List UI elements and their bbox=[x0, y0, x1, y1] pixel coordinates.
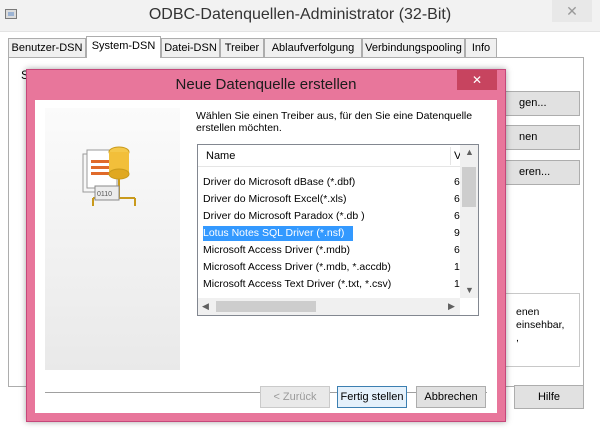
dialog-close-button[interactable]: ✕ bbox=[457, 70, 497, 90]
column-divider[interactable] bbox=[450, 147, 451, 165]
list-header: Name V bbox=[198, 145, 461, 167]
vertical-scrollbar[interactable]: ▲ ▼ bbox=[460, 145, 478, 298]
help-button[interactable]: Hilfe bbox=[514, 385, 584, 409]
driver-list[interactable]: Name V Driver do Microsoft dBase (*.dbf)… bbox=[197, 144, 479, 316]
scroll-up-icon[interactable]: ▲ bbox=[465, 147, 474, 157]
horizontal-scroll-thumb[interactable] bbox=[216, 301, 316, 312]
tab-ablaufverfolgung[interactable]: Ablaufverfolgung bbox=[264, 38, 362, 58]
driver-version: 9 bbox=[454, 227, 460, 239]
tab-verbindungspooling[interactable]: Verbindungspooling bbox=[362, 38, 465, 58]
dialog-title: Neue Datenquelle erstellen bbox=[175, 76, 357, 93]
list-item[interactable]: Driver do Microsoft dBase (*.dbf) 6 bbox=[203, 175, 460, 190]
list-item[interactable]: Microsoft Access Driver (*.mdb, *.accdb)… bbox=[203, 260, 460, 275]
driver-name: Microsoft Access Text Driver (*.txt, *.c… bbox=[203, 278, 392, 290]
info-line: einsehbar, bbox=[516, 319, 565, 331]
scroll-right-icon[interactable]: ▶ bbox=[448, 301, 455, 312]
info-line: enen bbox=[516, 306, 540, 318]
tab-benutzer-dsn[interactable]: Benutzer-DSN bbox=[8, 38, 86, 58]
dialog-client-area: 0110 Wählen Sie einen Treiber aus, für d… bbox=[35, 100, 497, 413]
driver-version: 6 bbox=[454, 244, 460, 256]
vertical-scroll-thumb[interactable] bbox=[462, 167, 476, 207]
info-line: , bbox=[516, 332, 519, 344]
add-button[interactable]: gen... bbox=[504, 91, 580, 116]
list-item-selected[interactable]: Lotus Notes SQL Driver (*.nsf) 9 bbox=[203, 226, 460, 241]
driver-version: 1 bbox=[454, 261, 460, 273]
driver-version: 6 bbox=[454, 210, 460, 222]
scroll-left-icon[interactable]: ◀ bbox=[202, 301, 209, 312]
tab-treiber[interactable]: Treiber bbox=[220, 38, 264, 58]
horizontal-scrollbar[interactable]: ◀ ▶ bbox=[198, 298, 460, 315]
driver-name: Driver do Microsoft dBase (*.dbf) bbox=[203, 176, 356, 188]
column-header-name[interactable]: Name bbox=[206, 150, 235, 162]
finish-button[interactable]: Fertig stellen bbox=[337, 386, 407, 408]
back-button[interactable]: < Zurück bbox=[260, 386, 330, 408]
parent-titlebar: ODBC-Datenquellen-Administrator (32-Bit)… bbox=[0, 0, 600, 32]
create-data-source-dialog: Neue Datenquelle erstellen ✕ 0110 Wählen… bbox=[26, 69, 506, 422]
driver-name: Microsoft Access Driver (*.mdb) bbox=[203, 244, 351, 256]
wizard-art-pane: 0110 bbox=[45, 108, 180, 370]
parent-close-button[interactable]: ✕ bbox=[552, 0, 592, 22]
driver-prompt: Wählen Sie einen Treiber aus, für den Si… bbox=[196, 110, 486, 134]
info-description: enen einsehbar, , bbox=[504, 293, 580, 367]
driver-name: Driver do Microsoft Paradox (*.db ) bbox=[203, 210, 365, 222]
list-item[interactable]: Driver do Microsoft Paradox (*.db ) 6 bbox=[203, 209, 460, 224]
driver-version: 6 bbox=[454, 193, 460, 205]
cancel-button[interactable]: Abbrechen bbox=[416, 386, 486, 408]
svg-text:0110: 0110 bbox=[97, 191, 112, 198]
tab-datei-dsn[interactable]: Datei-DSN bbox=[161, 38, 220, 58]
driver-name: Microsoft Access Driver (*.mdb, *.accdb) bbox=[203, 261, 391, 273]
list-item[interactable]: Microsoft Access Driver (*.mdb) 6 bbox=[203, 243, 460, 258]
database-drivers-illustration: 0110 bbox=[82, 146, 136, 206]
driver-version: 1 bbox=[454, 278, 460, 290]
tab-system-dsn[interactable]: System-DSN bbox=[86, 36, 161, 58]
prompt-line: Wählen Sie einen Treiber aus, für den Si… bbox=[196, 110, 473, 122]
list-item[interactable]: Microsoft Access Text Driver (*.txt, *.c… bbox=[203, 277, 460, 292]
driver-name: Lotus Notes SQL Driver (*.nsf) bbox=[203, 227, 345, 239]
list-item[interactable]: Driver do Microsoft Excel(*.xls) 6 bbox=[203, 192, 460, 207]
driver-version: 6 bbox=[454, 176, 460, 188]
driver-name: Driver do Microsoft Excel(*.xls) bbox=[203, 193, 347, 205]
scroll-down-icon[interactable]: ▼ bbox=[465, 285, 474, 295]
remove-button[interactable]: nen bbox=[504, 125, 580, 150]
tab-info[interactable]: Info bbox=[465, 38, 497, 58]
configure-button[interactable]: eren... bbox=[504, 160, 580, 185]
prompt-line: erstellen möchten. bbox=[196, 122, 282, 134]
parent-window-title: ODBC-Datenquellen-Administrator (32-Bit) bbox=[148, 6, 452, 23]
